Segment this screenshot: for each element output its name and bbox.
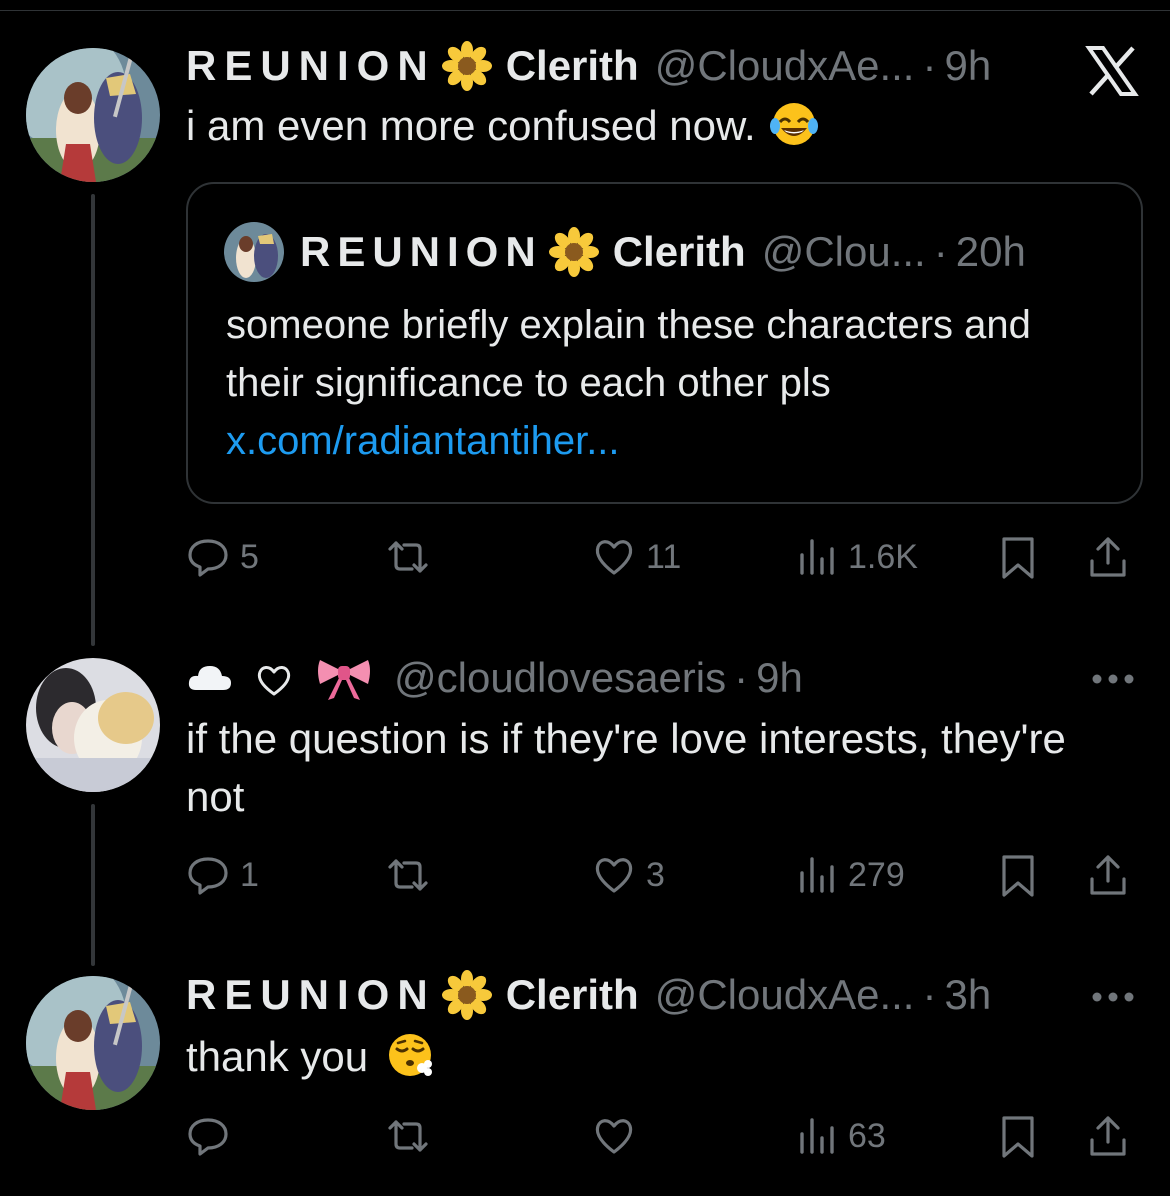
views-button[interactable]: 1.6K xyxy=(794,532,918,582)
separator: · xyxy=(922,42,937,89)
bookmark-button[interactable] xyxy=(996,850,1040,900)
heart-icon xyxy=(595,540,633,575)
heart-icon xyxy=(595,858,633,893)
share-icon xyxy=(1090,855,1126,895)
like-button[interactable] xyxy=(592,1111,646,1161)
display-name-suffix[interactable]: Clerith xyxy=(506,42,639,90)
reply-icon xyxy=(188,857,228,895)
timestamp[interactable]: 3h xyxy=(944,971,991,1019)
reply-count: 1 xyxy=(240,855,259,894)
like-count: 11 xyxy=(646,537,682,576)
thread-line xyxy=(91,194,95,646)
views-count: 63 xyxy=(848,1116,886,1155)
bookmark-icon xyxy=(1002,537,1034,579)
face-exhaling-emoji-icon xyxy=(386,1031,434,1079)
top-divider xyxy=(0,10,1170,11)
reply-button[interactable] xyxy=(186,1111,240,1161)
share-button[interactable] xyxy=(1086,1111,1130,1161)
views-icon xyxy=(800,539,834,575)
more-options-icon[interactable] xyxy=(1090,672,1136,686)
timestamp[interactable]: 9h xyxy=(756,654,803,702)
quote-link[interactable]: x.com/radiantantiher... xyxy=(226,412,1106,470)
like-count: 3 xyxy=(646,855,665,894)
post-header: @cloudlovesaeris · 9h xyxy=(186,653,803,703)
thread-line xyxy=(91,804,95,966)
quote-header: REUNION Clerith @Clou... · 20h xyxy=(300,226,1026,278)
more-options-icon[interactable] xyxy=(1090,990,1136,1004)
share-button[interactable] xyxy=(1086,850,1130,900)
share-icon xyxy=(1090,1116,1126,1156)
quoted-post-card[interactable]: REUNION Clerith @Clou... · 20h someone b… xyxy=(186,182,1143,504)
separator: · xyxy=(933,228,948,275)
handle[interactable]: @CloudxAe... xyxy=(655,42,915,90)
quote-display-name: REUNION xyxy=(300,228,543,275)
quote-text-content: someone briefly explain these characters… xyxy=(226,303,1031,405)
bookmark-button[interactable] xyxy=(996,1111,1040,1161)
post-text: if the question is if they're love inter… xyxy=(186,715,1066,820)
timestamp[interactable]: 9h xyxy=(944,42,991,90)
reply-count: 5 xyxy=(240,537,259,576)
separator: · xyxy=(734,654,749,701)
action-bar: 63 xyxy=(186,1111,1141,1161)
bookmark-icon xyxy=(1002,855,1034,897)
sunflower-emoji-icon xyxy=(441,970,492,1020)
bookmark-button[interactable] xyxy=(996,532,1040,582)
handle[interactable]: @CloudxAe... xyxy=(655,971,915,1019)
handle[interactable]: @cloudlovesaeris xyxy=(394,654,726,702)
views-button[interactable]: 63 xyxy=(794,1111,886,1161)
cloud-emoji-icon xyxy=(186,654,234,702)
quote-display-name-suffix: Clerith xyxy=(612,228,746,275)
views-icon xyxy=(800,857,834,893)
heart-icon xyxy=(595,1119,633,1154)
avatar[interactable] xyxy=(26,658,160,792)
post-text: i am even more confused now. xyxy=(186,97,818,155)
repost-button[interactable] xyxy=(386,1111,440,1161)
quote-avatar xyxy=(224,222,284,282)
heart-outline-icon xyxy=(256,660,292,696)
separator: · xyxy=(922,971,937,1018)
quote-text: someone briefly explain these characters… xyxy=(226,296,1106,470)
like-button[interactable]: 3 xyxy=(592,850,665,900)
views-icon xyxy=(800,1118,834,1154)
post-header: REUNION Clerith @CloudxAe... · 3h xyxy=(186,970,991,1020)
views-count: 1.6K xyxy=(848,537,918,576)
avatar[interactable] xyxy=(26,48,160,182)
reply-button[interactable]: 1 xyxy=(186,850,259,900)
share-icon xyxy=(1090,537,1126,577)
repost-icon xyxy=(388,1120,428,1152)
share-button[interactable] xyxy=(1086,532,1130,582)
views-count: 279 xyxy=(848,855,905,894)
action-bar: 1 3 279 xyxy=(186,850,1141,900)
bookmark-icon xyxy=(1002,1116,1034,1158)
display-name[interactable]: REUNION xyxy=(186,42,436,90)
reply-button[interactable]: 5 xyxy=(186,532,259,582)
ribbon-emoji-icon xyxy=(316,654,372,702)
repost-icon xyxy=(388,541,428,573)
post-text: thank you xyxy=(186,1028,434,1086)
repost-button[interactable] xyxy=(386,850,440,900)
sunflower-emoji-icon xyxy=(548,227,599,277)
post-header: REUNION Clerith @CloudxAe... · 9h xyxy=(186,41,991,91)
like-button[interactable]: 11 xyxy=(592,532,681,582)
sunflower-emoji-icon xyxy=(441,41,492,91)
x-logo-icon[interactable] xyxy=(1085,44,1139,98)
reply-icon xyxy=(188,1118,228,1156)
action-bar: 5 11 1.6K xyxy=(186,532,1141,582)
display-name[interactable]: REUNION xyxy=(186,971,436,1019)
quote-timestamp: 20h xyxy=(955,228,1026,275)
display-name-suffix[interactable]: Clerith xyxy=(506,971,639,1019)
repost-button[interactable] xyxy=(386,532,440,582)
reply-icon xyxy=(188,539,228,577)
post-text-content: i am even more confused now. xyxy=(186,102,756,149)
quote-handle: @Clou... xyxy=(761,228,926,275)
post-text-content: thank you xyxy=(186,1033,369,1080)
repost-icon xyxy=(388,859,428,891)
views-button[interactable]: 279 xyxy=(794,850,905,900)
avatar[interactable] xyxy=(26,976,160,1110)
face-with-tears-of-joy-emoji-icon xyxy=(769,100,818,148)
